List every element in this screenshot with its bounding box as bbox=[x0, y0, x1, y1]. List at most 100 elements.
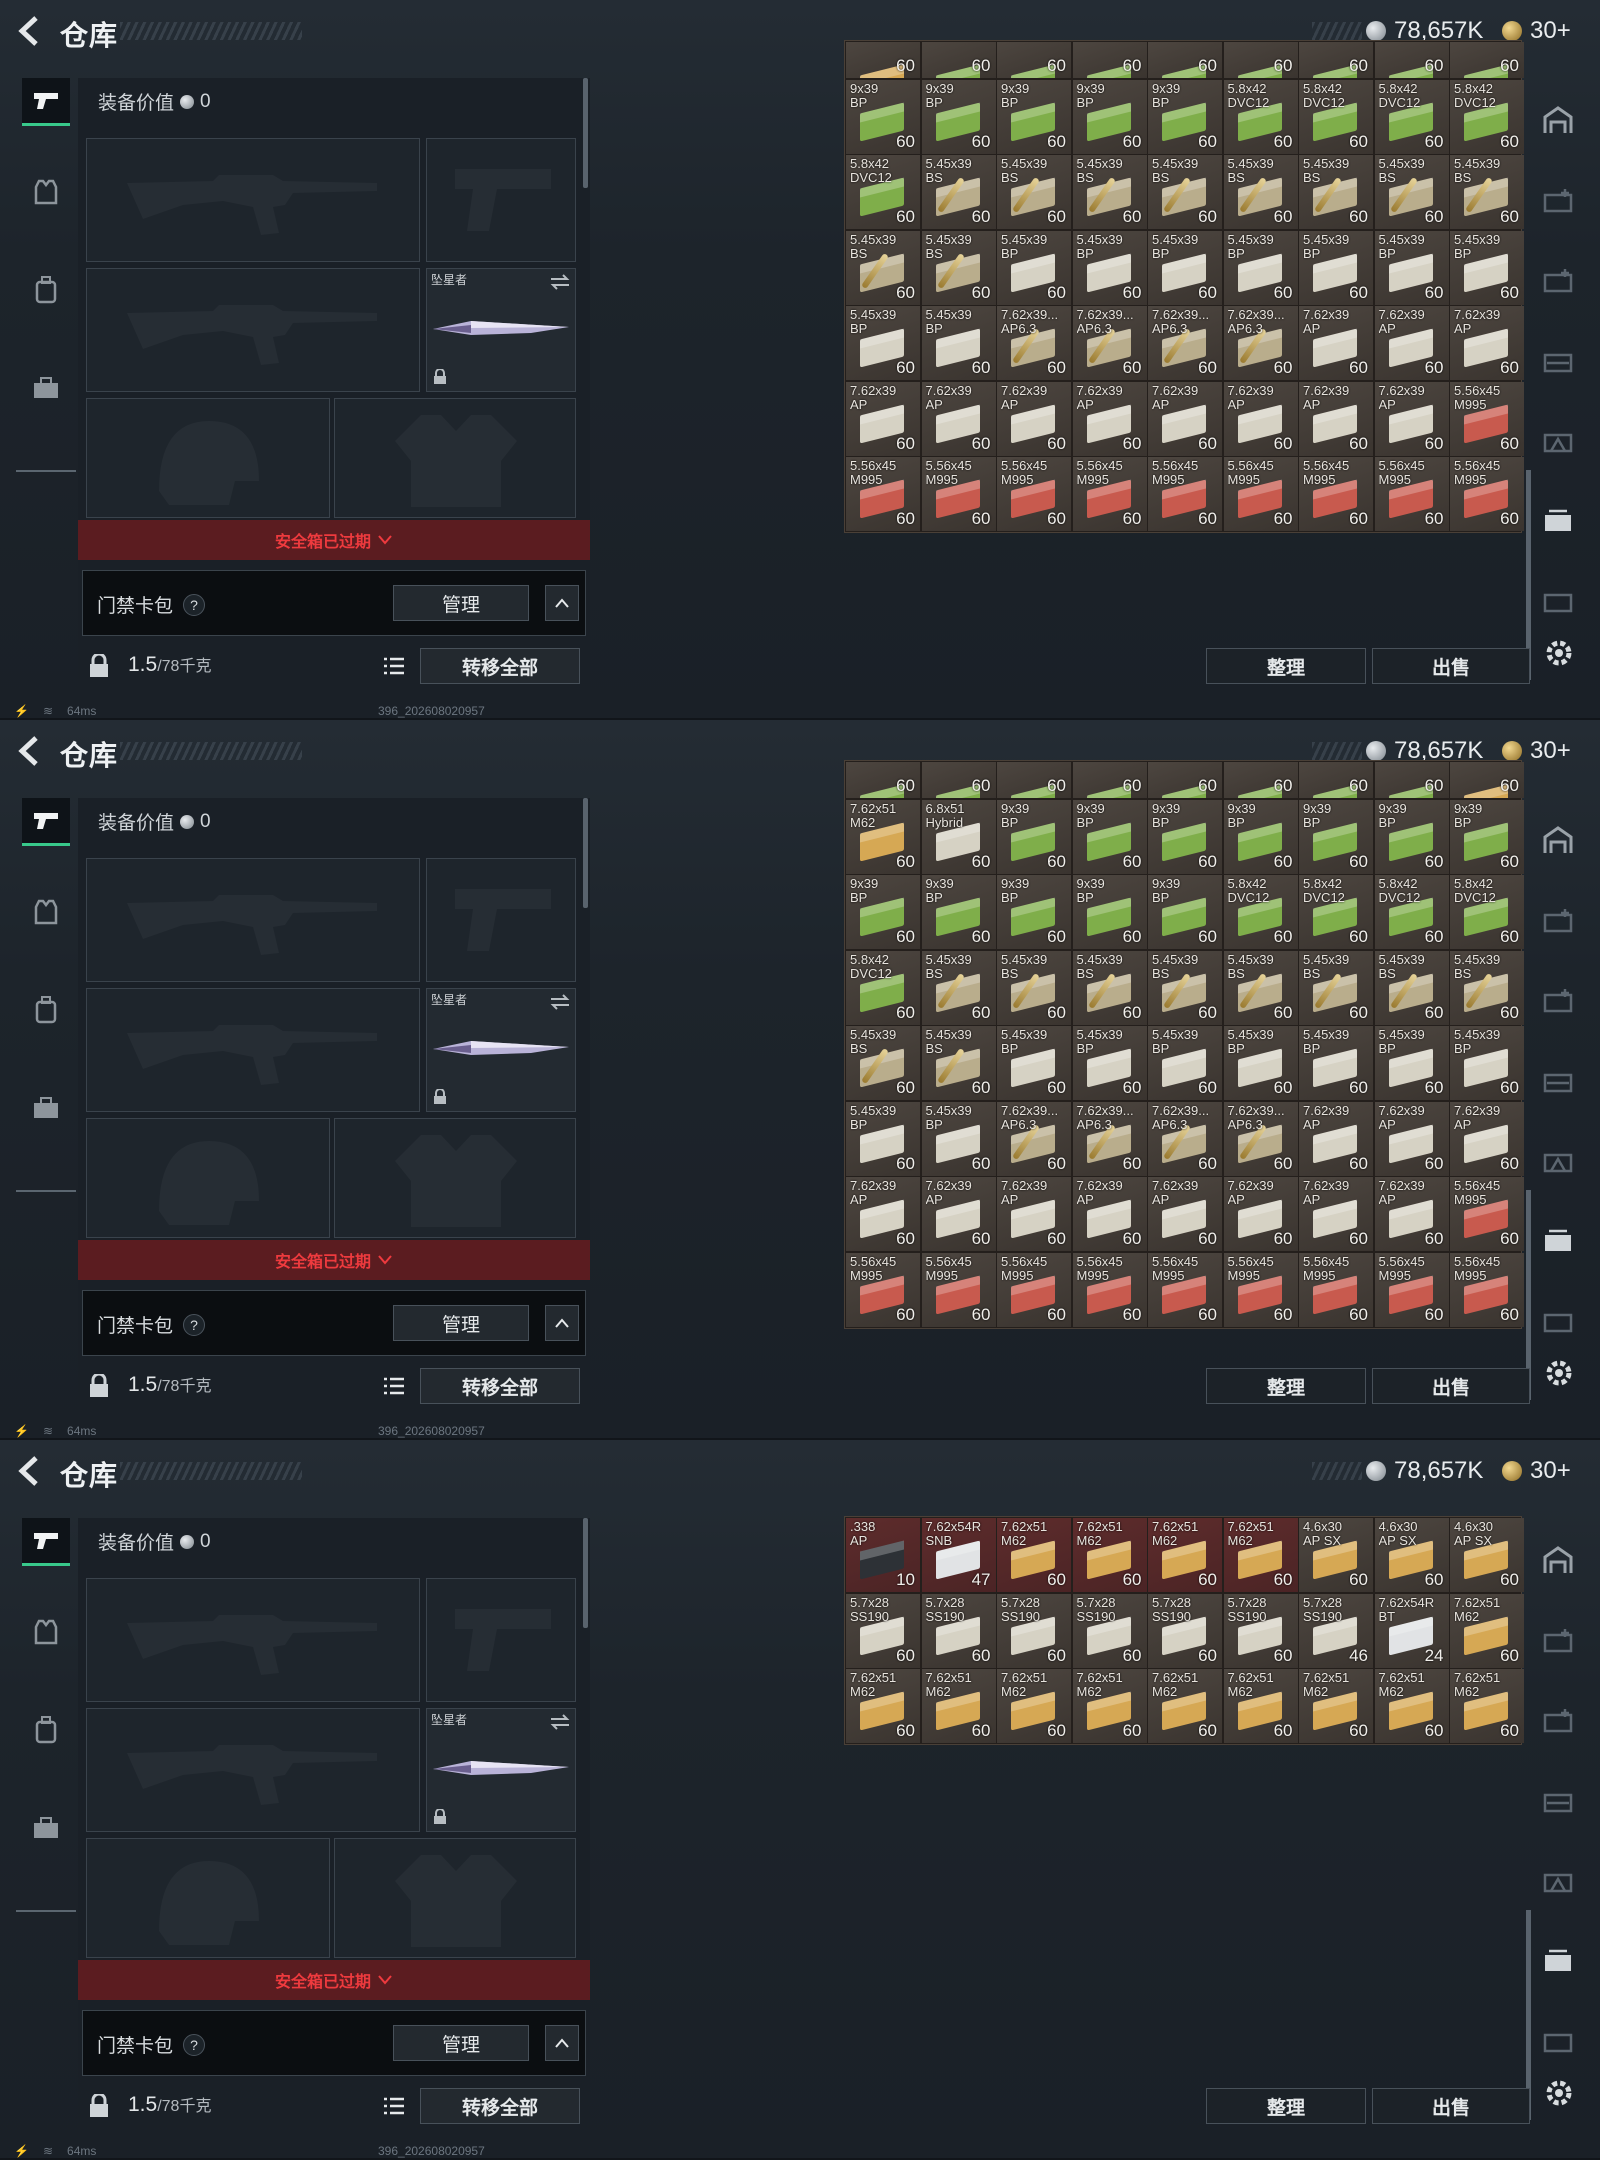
gear-icon[interactable] bbox=[1540, 2074, 1578, 2112]
item-cell[interactable]: 5.56x45 M995 60 bbox=[846, 457, 920, 531]
item-cell[interactable]: 7.62x54R SNB 47 bbox=[921, 1518, 996, 1592]
item-cell[interactable]: 5.45x39 BP 60 bbox=[1299, 230, 1373, 305]
item-cell[interactable]: 7.62x39 AP 60 bbox=[997, 381, 1071, 456]
back-arrow-icon[interactable] bbox=[14, 14, 44, 48]
sidebar-item-armor[interactable] bbox=[22, 168, 70, 216]
secondary-weapon-slot[interactable] bbox=[86, 1708, 420, 1832]
item-cell[interactable]: 5.45x39 BP 60 bbox=[1450, 1026, 1524, 1100]
item-cell[interactable]: 7.62x39... AP6.3 60 bbox=[997, 306, 1071, 380]
vest-slot[interactable] bbox=[334, 398, 576, 518]
item-cell[interactable]: 60 bbox=[921, 42, 996, 78]
item-cell[interactable]: 5.45x39 BP 60 bbox=[1450, 230, 1524, 305]
item-cell[interactable]: 9x39 BP 60 bbox=[997, 875, 1071, 949]
item-cell[interactable]: 5.7x28 SS190 60 bbox=[1072, 1593, 1147, 1668]
item-cell[interactable]: 7.62x51 M62 60 bbox=[921, 1669, 996, 1743]
gear-icon[interactable] bbox=[1540, 1354, 1578, 1392]
melee-slot[interactable]: 坠星者 bbox=[426, 1708, 576, 1832]
item-cell[interactable]: 7.62x39 AP 60 bbox=[1148, 1177, 1222, 1251]
item-cell[interactable]: 9x39 BP 60 bbox=[997, 799, 1071, 874]
item-cell[interactable]: 5.45x39 BP 60 bbox=[1299, 1026, 1373, 1100]
warehouse-tab-7[interactable] bbox=[1538, 1300, 1578, 1340]
item-cell[interactable]: 5.45x39 BP 60 bbox=[1374, 1026, 1449, 1100]
item-cell[interactable]: 5.45x39 BP 60 bbox=[997, 230, 1071, 305]
item-cell[interactable]: 9x39 BP 60 bbox=[1148, 79, 1222, 154]
item-cell[interactable]: 7.62x39 AP 60 bbox=[997, 1177, 1071, 1251]
item-cell[interactable]: 5.45x39 BS 60 bbox=[1450, 155, 1524, 229]
item-cell[interactable]: 5.8x42 DVC12 60 bbox=[846, 155, 920, 229]
item-cell[interactable]: 5.45x39 BS 60 bbox=[1072, 950, 1147, 1025]
item-cell[interactable]: 60 bbox=[1072, 762, 1147, 798]
item-cell[interactable]: 5.56x45 M995 60 bbox=[1072, 1252, 1147, 1327]
loadout-scrollbar[interactable] bbox=[583, 1518, 588, 1628]
back-arrow-icon[interactable] bbox=[14, 1454, 44, 1488]
item-cell[interactable]: 60 bbox=[1374, 762, 1449, 798]
item-cell[interactable]: 5.45x39 BP 60 bbox=[1148, 230, 1222, 305]
loadout-scrollbar[interactable] bbox=[583, 78, 588, 188]
item-cell[interactable]: 5.45x39 BS 60 bbox=[1299, 950, 1373, 1025]
item-cell[interactable]: 5.45x39 BS 60 bbox=[1148, 155, 1222, 229]
item-cell[interactable]: 5.56x45 M995 60 bbox=[921, 457, 996, 531]
sidebar-item-weapons[interactable] bbox=[22, 78, 70, 126]
item-cell[interactable]: 5.45x39 BP 60 bbox=[1223, 230, 1298, 305]
item-cell[interactable]: 7.62x39 AP 60 bbox=[1374, 306, 1449, 380]
item-cell[interactable]: 9x39 BP 60 bbox=[1299, 799, 1373, 874]
item-cell[interactable]: 5.45x39 BS 60 bbox=[921, 155, 996, 229]
sell-button[interactable]: 出售 bbox=[1372, 648, 1530, 684]
pistol-slot[interactable] bbox=[426, 1578, 576, 1702]
item-cell[interactable]: 5.56x45 M995 60 bbox=[997, 457, 1071, 531]
warehouse-tab-6[interactable] bbox=[1538, 1220, 1578, 1260]
melee-slot[interactable]: 坠星者 bbox=[426, 268, 576, 392]
item-cell[interactable]: 4.6x30 AP SX 60 bbox=[1299, 1518, 1373, 1592]
item-cell[interactable]: 5.8x42 DVC12 60 bbox=[1223, 875, 1298, 949]
item-cell[interactable]: 7.62x39 AP 60 bbox=[1148, 381, 1222, 456]
item-cell[interactable]: 5.56x45 M995 60 bbox=[1223, 457, 1298, 531]
item-cell[interactable]: 5.45x39 BS 60 bbox=[1148, 950, 1222, 1025]
item-cell[interactable]: 60 bbox=[921, 762, 996, 798]
item-cell[interactable]: 60 bbox=[1148, 762, 1222, 798]
item-cell[interactable]: 9x39 BP 60 bbox=[1072, 799, 1147, 874]
item-cell[interactable]: 9x39 BP 60 bbox=[921, 875, 996, 949]
item-cell[interactable]: 5.45x39 BP 60 bbox=[846, 306, 920, 380]
item-cell[interactable]: 7.62x39 AP 60 bbox=[1223, 1177, 1298, 1251]
warehouse-tab-5[interactable] bbox=[1538, 1860, 1578, 1900]
item-cell[interactable]: 5.56x45 M995 60 bbox=[1299, 1252, 1373, 1327]
item-cell[interactable]: .338 AP 10 bbox=[846, 1518, 920, 1592]
item-cell[interactable]: 5.45x39 BP 60 bbox=[846, 1101, 920, 1176]
item-cell[interactable]: 7.62x39... AP6.3 60 bbox=[1148, 306, 1222, 380]
item-cell[interactable]: 7.62x39 AP 60 bbox=[846, 381, 920, 456]
warehouse-tab-all[interactable] bbox=[1538, 820, 1578, 860]
item-cell[interactable]: 5.56x45 M995 60 bbox=[1148, 1252, 1222, 1327]
transfer-all-button[interactable]: 转移全部 bbox=[420, 2088, 580, 2124]
item-cell[interactable]: 9x39 BP 60 bbox=[1148, 799, 1222, 874]
transfer-all-button[interactable]: 转移全部 bbox=[420, 648, 580, 684]
item-cell[interactable]: 60 bbox=[997, 762, 1071, 798]
item-cell[interactable]: 7.62x39... AP6.3 60 bbox=[1072, 1101, 1147, 1176]
item-cell[interactable]: 5.45x39 BP 60 bbox=[921, 1101, 996, 1176]
item-cell[interactable]: 7.62x39 AP 60 bbox=[1374, 1177, 1449, 1251]
item-cell[interactable]: 5.45x39 BS 60 bbox=[1374, 950, 1449, 1025]
item-cell[interactable]: 5.45x39 BP 60 bbox=[1072, 230, 1147, 305]
sort-button[interactable]: 整理 bbox=[1206, 1368, 1366, 1404]
item-cell[interactable]: 7.62x39 AP 60 bbox=[1374, 1101, 1449, 1176]
item-cell[interactable]: 5.56x45 M995 60 bbox=[846, 1252, 920, 1327]
item-cell[interactable]: 7.62x51 M62 60 bbox=[1148, 1518, 1222, 1592]
item-cell[interactable]: 4.6x30 AP SX 60 bbox=[1450, 1518, 1524, 1592]
item-cell[interactable]: 5.56x45 M995 60 bbox=[1450, 1177, 1524, 1251]
warehouse-tab-all[interactable] bbox=[1538, 100, 1578, 140]
help-icon[interactable]: ? bbox=[183, 1313, 206, 1336]
item-cell[interactable]: 6.8x51 Hybrid 60 bbox=[921, 799, 996, 874]
item-cell[interactable]: 7.62x51 M62 60 bbox=[1072, 1669, 1147, 1743]
item-cell[interactable]: 9x39 BP 60 bbox=[1148, 875, 1222, 949]
item-cell[interactable]: 5.45x39 BP 60 bbox=[997, 1026, 1071, 1100]
warehouse-tab-3[interactable] bbox=[1538, 1700, 1578, 1740]
item-cell[interactable]: 7.62x51 M62 60 bbox=[997, 1518, 1071, 1592]
item-cell[interactable]: 5.7x28 SS190 46 bbox=[1299, 1593, 1373, 1668]
item-cell[interactable]: 9x39 BP 60 bbox=[846, 79, 920, 154]
melee-slot[interactable]: 坠星者 bbox=[426, 988, 576, 1112]
warehouse-tab-4[interactable] bbox=[1538, 340, 1578, 380]
swap-icon[interactable] bbox=[549, 273, 571, 291]
safebox-expired-banner[interactable]: 安全箱已过期 bbox=[78, 520, 590, 560]
item-cell[interactable]: 5.45x39 BP 60 bbox=[1223, 1026, 1298, 1100]
item-cell[interactable]: 5.45x39 BP 60 bbox=[1148, 1026, 1222, 1100]
item-cell[interactable]: 5.45x39 BS 60 bbox=[1374, 155, 1449, 229]
